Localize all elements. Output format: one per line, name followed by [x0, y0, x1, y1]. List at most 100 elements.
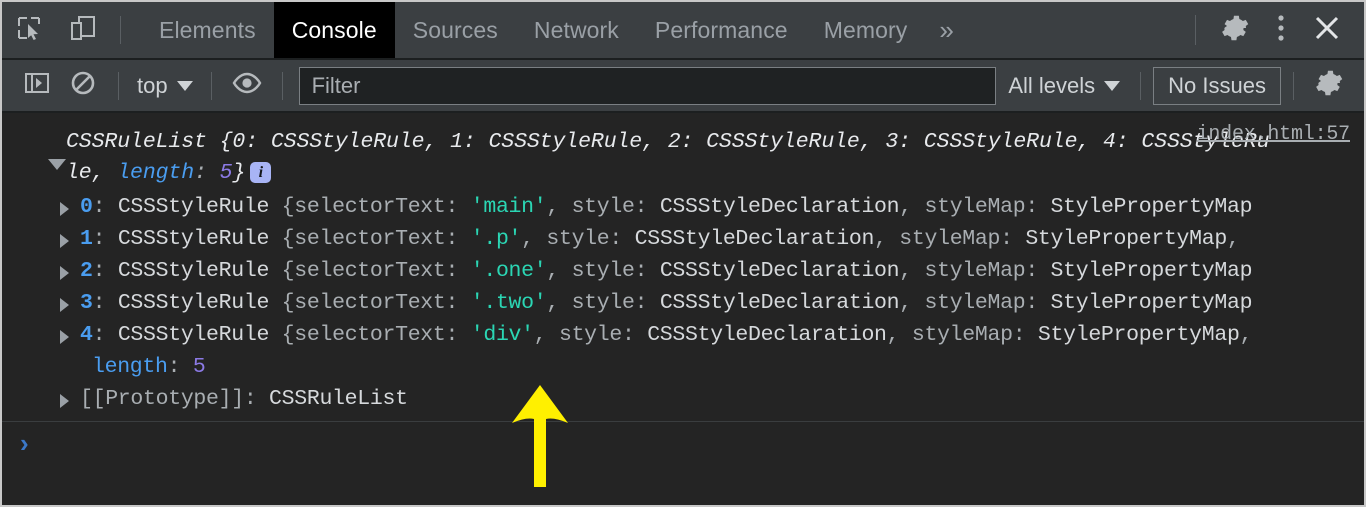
- devtools-menu-button[interactable]: [1258, 7, 1304, 53]
- length-sep: :: [167, 355, 193, 379]
- object-expand-toggle[interactable]: [48, 159, 66, 170]
- tab-sources[interactable]: Sources: [395, 2, 516, 58]
- live-expression-button[interactable]: [224, 63, 270, 109]
- property-sep: :: [445, 259, 471, 283]
- console-settings-button[interactable]: [1306, 63, 1352, 109]
- length-value: 5: [192, 355, 206, 379]
- property-brace: {: [269, 291, 295, 315]
- property-sep: :: [445, 195, 471, 219]
- property-key-selectortext: selectorText: [294, 195, 446, 219]
- property-key-selectortext: selectorText: [294, 323, 446, 347]
- table-row[interactable]: 1: CSSStyleRule {selectorText: '.p', sty…: [2, 223, 1364, 255]
- stylemap-value: StylePropertyMap: [1050, 291, 1253, 315]
- chevron-right-icon[interactable]: [60, 202, 69, 216]
- toolbar-divider-5: [1293, 71, 1294, 100]
- prototype-key: [[Prototype]]: [80, 387, 244, 411]
- toolbar-divider-3: [281, 71, 283, 100]
- object-summary-line2-prefix: le,: [66, 161, 118, 185]
- chevron-right-icon[interactable]: [60, 266, 69, 280]
- inspect-element-button[interactable]: [2, 2, 56, 58]
- device-toolbar-button[interactable]: [56, 2, 110, 58]
- toolbar-divider-2: [210, 71, 212, 100]
- property-key-style: style: [571, 195, 635, 219]
- property-class: CSSStyleRule: [117, 323, 270, 347]
- property-key-style: style: [571, 291, 635, 315]
- log-levels-selector[interactable]: All levels: [1000, 73, 1128, 99]
- tab-elements-label: Elements: [159, 16, 256, 43]
- tab-network-label: Network: [533, 16, 619, 43]
- property-colon: :: [92, 259, 118, 283]
- tab-sources-label: Sources: [412, 16, 498, 43]
- console-prompt[interactable]: ›: [2, 422, 1364, 456]
- close-icon: [1313, 14, 1341, 47]
- property-class: CSSStyleRule: [117, 195, 270, 219]
- selector-value: '.p': [470, 227, 522, 251]
- console-toolbar: top Filter All levels No Issues: [2, 60, 1364, 113]
- filter-input[interactable]: Filter: [298, 66, 997, 105]
- devtools-settings-button[interactable]: [1212, 7, 1258, 53]
- property-brace: {: [269, 259, 295, 283]
- tab-network[interactable]: Network: [516, 2, 637, 58]
- object-summary-line1: CSSRuleList {0: CSSStyleRule, 1: CSSStyl…: [66, 130, 1270, 154]
- info-badge[interactable]: i: [250, 162, 272, 183]
- tabbar-actions: [1179, 2, 1364, 58]
- table-row[interactable]: 3: CSSStyleRule {selectorText: '.two', s…: [2, 287, 1364, 319]
- tab-console[interactable]: Console: [273, 2, 395, 58]
- property-brace: {: [269, 323, 295, 347]
- property-colon: :: [92, 227, 118, 251]
- property-sep: :: [621, 323, 648, 347]
- property-colon: :: [92, 291, 118, 315]
- tabbar-divider: [120, 16, 121, 44]
- property-tail: ,: [1239, 323, 1253, 347]
- property-comma: ,: [874, 227, 900, 251]
- property-key-style: style: [571, 259, 635, 283]
- table-row[interactable]: 0: CSSStyleRule {selectorText: 'main', s…: [2, 191, 1364, 223]
- property-comma: ,: [546, 291, 572, 315]
- property-key-stylemap: styleMap: [899, 227, 1001, 251]
- length-sep: :: [194, 161, 220, 185]
- table-row[interactable]: 4: CSSStyleRule {selectorText: 'div', st…: [2, 319, 1364, 351]
- stylemap-value: StylePropertyMap: [1025, 227, 1227, 251]
- chevron-down-icon: [1104, 80, 1121, 91]
- object-summary: CSSRuleList {0: CSSStyleRule, 1: CSSStyl…: [2, 127, 1364, 189]
- more-tabs-button[interactable]: »: [925, 2, 968, 58]
- property-class: CSSStyleRule: [117, 259, 270, 283]
- property-sep: :: [1012, 323, 1038, 347]
- tab-performance[interactable]: Performance: [637, 2, 806, 58]
- style-value: CSSStyleDeclaration: [647, 323, 887, 347]
- chevron-right-icon[interactable]: [60, 234, 69, 248]
- chevron-right-icon[interactable]: [60, 330, 69, 344]
- issues-button[interactable]: No Issues: [1153, 66, 1281, 105]
- filter-placeholder: Filter: [311, 72, 361, 98]
- toolbar-divider-4: [1140, 71, 1142, 100]
- tab-elements[interactable]: Elements: [141, 2, 274, 58]
- chevron-right-icon[interactable]: [60, 394, 69, 408]
- property-sep: :: [634, 259, 660, 283]
- length-key: length: [117, 161, 195, 185]
- clear-console-button[interactable]: [60, 63, 106, 109]
- property-index: 0: [80, 195, 93, 219]
- console-sidebar-toggle[interactable]: [14, 63, 60, 109]
- property-sep: :: [445, 291, 471, 315]
- property-comma: ,: [899, 195, 925, 219]
- execution-context-label: top: [137, 72, 168, 98]
- property-key-stylemap: styleMap: [924, 291, 1026, 315]
- property-sep: :: [1025, 259, 1051, 283]
- close-devtools-button[interactable]: [1304, 7, 1350, 53]
- prototype-row[interactable]: [[Prototype]]: CSSRuleList: [2, 383, 1364, 415]
- console-sidebar-icon: [24, 70, 50, 101]
- property-sep: :: [609, 227, 635, 251]
- execution-context-selector[interactable]: top: [131, 73, 199, 99]
- tab-memory[interactable]: Memory: [806, 2, 926, 58]
- source-link[interactable]: index.html:57: [1197, 123, 1351, 146]
- clear-console-icon: [70, 70, 96, 101]
- panel-tabs: Elements Console Sources Network Perform…: [141, 2, 968, 58]
- tab-memory-label: Memory: [823, 16, 908, 43]
- property-index: 2: [80, 259, 93, 283]
- inspect-element-icon: [16, 15, 42, 46]
- property-sep: :: [445, 323, 471, 347]
- table-row[interactable]: 2: CSSStyleRule {selectorText: '.one', s…: [2, 255, 1364, 287]
- property-class: CSSStyleRule: [117, 291, 270, 315]
- property-key-selectortext: selectorText: [294, 227, 446, 251]
- chevron-right-icon[interactable]: [60, 298, 69, 312]
